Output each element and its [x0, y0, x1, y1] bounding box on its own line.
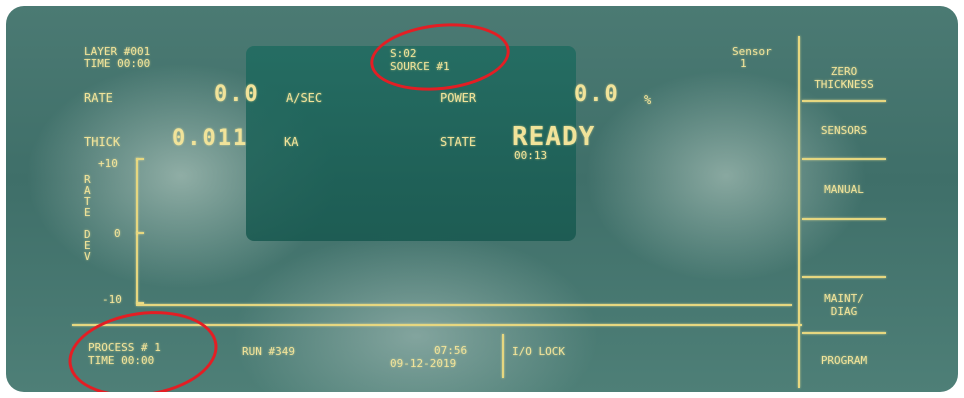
io-lock-status: I/O LOCK — [512, 345, 565, 358]
graph-tick-top — [136, 158, 144, 160]
state-timer: 00:13 — [514, 149, 548, 162]
maint-diag-label-1: MAINT/ — [824, 292, 864, 305]
graph-axis-title: R A T E D E V — [84, 174, 96, 262]
maint-diag-button[interactable]: MAINT/ DIAG — [802, 280, 886, 330]
blank-menu-button[interactable] — [802, 222, 886, 274]
sensor-label: Sensor — [732, 45, 772, 58]
state-label: STATE — [440, 135, 477, 149]
program-button[interactable]: PROGRAM — [802, 336, 886, 384]
program-label: PROGRAM — [820, 353, 868, 367]
rate-value: 0.0 — [214, 82, 260, 107]
zero-thickness-button[interactable]: ZERO THICKNESS — [802, 58, 886, 98]
clock-time: 07:56 — [434, 344, 468, 357]
rate-label: RATE — [84, 91, 113, 105]
thick-label: THICK — [84, 135, 121, 149]
menu-separator — [802, 218, 886, 220]
clock-date: 09-12-2019 — [390, 357, 457, 370]
layer-time: TIME 00:00 — [84, 57, 151, 70]
monitor-screen: LAYER #001 TIME 00:00 S:02 SOURCE #1 Sen… — [6, 6, 958, 392]
manual-label: MANUAL — [824, 182, 864, 196]
run-number: RUN #349 — [242, 345, 295, 358]
axis-letter: V — [84, 250, 91, 263]
manual-button[interactable]: MANUAL — [802, 162, 886, 216]
state-value: READY — [512, 122, 596, 152]
power-label: POWER — [440, 91, 477, 105]
graph-y-bottom: -10 — [102, 293, 122, 306]
graph-x-axis — [136, 304, 792, 306]
sensors-label: SENSORS — [820, 123, 868, 137]
graph-tick-mid — [136, 232, 144, 234]
maint-diag-label-2: DIAG — [830, 305, 858, 318]
power-value: 0.0 — [574, 82, 620, 107]
sensors-button[interactable]: SENSORS — [802, 104, 886, 156]
annotation-circle-process — [62, 301, 224, 392]
menu-divider — [798, 36, 800, 388]
zero-thickness-label-1: ZERO — [830, 65, 858, 78]
thick-value: 0.011 — [172, 126, 249, 151]
menu-separator — [802, 100, 886, 102]
thick-unit: KA — [284, 135, 299, 149]
menu-separator — [802, 158, 886, 160]
layer-number: LAYER #001 — [84, 45, 151, 58]
sensor-value: 1 — [740, 57, 747, 70]
power-unit: % — [644, 93, 652, 107]
zero-thickness-label-2: THICKNESS — [814, 78, 874, 91]
graph-y-mid: 0 — [114, 227, 121, 240]
menu-separator — [802, 276, 886, 278]
graph-y-top: +10 — [98, 157, 118, 170]
graph-y-axis — [136, 158, 138, 304]
rate-unit: A/SEC — [286, 91, 323, 105]
footer-vertical-divider — [502, 334, 504, 378]
axis-letter: E — [84, 206, 91, 219]
menu-separator — [802, 332, 886, 334]
